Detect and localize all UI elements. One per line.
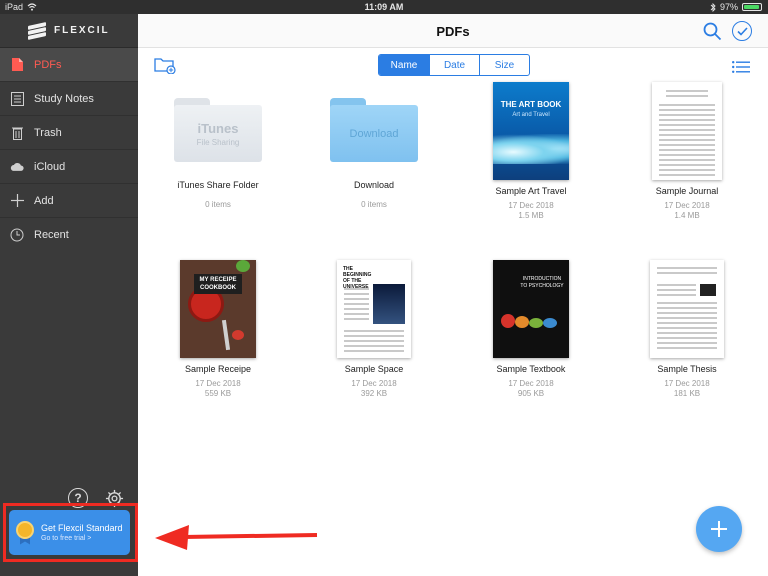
folder-icon: Download	[330, 98, 418, 162]
item-size: 392 KB	[360, 389, 388, 398]
add-fab-button[interactable]	[696, 506, 742, 552]
sidebar-item-add[interactable]: Add	[0, 184, 138, 218]
bluetooth-icon	[710, 2, 716, 12]
item-size: 905 KB	[517, 389, 545, 398]
folder-icon: iTunes File Sharing	[174, 98, 262, 162]
main-panel: PDFs Name Date Size iTunes File Sharing …	[138, 14, 768, 576]
item-size: 559 KB	[204, 389, 232, 398]
toolbar: Name Date Size	[138, 48, 768, 82]
sidebar-item-label: Add	[34, 194, 54, 207]
pdf-thumbnail: THE ART BOOK Art and Travel	[493, 82, 569, 180]
grid-item-itunes-share-folder[interactable]: iTunes File Sharing iTunes Share Folder …	[143, 82, 293, 210]
sidebar-item-label: PDFs	[34, 58, 62, 71]
item-size: 1.5 MB	[518, 211, 544, 220]
item-size: 1.4 MB	[674, 211, 700, 220]
folder-sublabel: File Sharing	[196, 137, 240, 147]
select-button[interactable]	[732, 21, 752, 41]
cloud-icon	[10, 160, 24, 174]
plus-icon	[10, 194, 24, 208]
medal-icon	[15, 520, 35, 545]
new-folder-button[interactable]	[154, 56, 176, 79]
battery-percent: 97%	[719, 2, 738, 12]
sidebar-item-trash[interactable]: Trash	[0, 116, 138, 150]
trash-icon	[10, 126, 24, 140]
item-name: Sample Receipe	[184, 364, 252, 374]
promo-title: Get Flexcil Standard	[41, 523, 123, 533]
grid-item-sample-thesis[interactable]: Sample Thesis 17 Dec 2018 181 KB	[612, 260, 762, 399]
pdf-thumbnail	[652, 82, 722, 180]
page-title: PDFs	[436, 24, 470, 39]
new-folder-icon	[154, 58, 176, 75]
plus-icon	[711, 521, 727, 537]
cover-title: MY RECEIPE COOKBOOK	[194, 274, 242, 294]
sidebar-item-label: iCloud	[34, 160, 66, 173]
brand-name: FLEXCIL	[54, 25, 110, 36]
pdf-thumbnail: INTRODUCTION TO PSYCHOLOGY	[493, 260, 569, 358]
battery-icon	[742, 3, 762, 11]
sidebar: FLEXCIL PDFs Study Notes Trash iCloud Ad…	[0, 14, 138, 576]
item-name: Sample Space	[344, 364, 404, 374]
grid-item-download[interactable]: Download Download 0 items	[299, 82, 449, 210]
sidebar-item-study-notes[interactable]: Study Notes	[0, 82, 138, 116]
list-view-button[interactable]	[732, 60, 750, 78]
list-icon	[732, 61, 750, 73]
sidebar-item-recent[interactable]: Recent	[0, 218, 138, 252]
folder-label: Download	[349, 127, 399, 140]
promo-subtitle: Go to free trial >	[41, 535, 92, 542]
item-meta: 0 items	[361, 200, 387, 209]
item-date: 17 Dec 2018	[351, 379, 397, 388]
item-date: 17 Dec 2018	[508, 379, 554, 388]
flexcil-logo-icon	[28, 21, 46, 40]
status-bar: iPad 11:09 AM 97%	[0, 0, 768, 14]
item-date: 17 Dec 2018	[664, 379, 710, 388]
sort-tab-name[interactable]: Name	[379, 55, 429, 75]
pdf-thumbnail: MY RECEIPE COOKBOOK	[180, 260, 256, 358]
sort-control: Name Date Size	[378, 54, 530, 76]
folder-label: iTunes	[197, 120, 239, 136]
sort-tab-date[interactable]: Date	[429, 55, 479, 75]
sidebar-item-label: Study Notes	[34, 92, 94, 105]
cover-title: INTRODUCTION TO PSYCHOLOGY	[520, 276, 564, 289]
notebook-icon	[10, 91, 24, 106]
grid-item-sample-receipe[interactable]: MY RECEIPE COOKBOOK Sample Receipe 17 De…	[143, 260, 293, 399]
pdf-thumbnail: THE BEGINNING OF THE UNIVERSE	[337, 260, 411, 358]
clock-icon	[10, 228, 24, 242]
clock: 11:09 AM	[364, 2, 404, 12]
sidebar-item-label: Trash	[34, 126, 62, 139]
sort-tab-size[interactable]: Size	[479, 55, 529, 75]
grid-item-sample-space[interactable]: THE BEGINNING OF THE UNIVERSE Sample Spa…	[299, 260, 449, 399]
sidebar-item-pdfs[interactable]: PDFs	[0, 48, 138, 82]
top-bar: PDFs	[138, 14, 768, 48]
sidebar-item-icloud[interactable]: iCloud	[0, 150, 138, 184]
item-name: Sample Art Travel	[495, 186, 567, 196]
item-name: Sample Thesis	[657, 364, 717, 374]
item-size: 181 KB	[673, 389, 701, 398]
item-name: Sample Textbook	[496, 364, 566, 374]
get-standard-button[interactable]: Get Flexcil Standard Go to free trial >	[9, 510, 130, 555]
pdf-thumbnail	[650, 260, 724, 358]
search-button[interactable]	[703, 22, 722, 46]
annotation-arrow-icon	[155, 525, 318, 550]
pdf-icon	[10, 58, 24, 72]
sidebar-item-label: Recent	[34, 229, 69, 241]
item-date: 17 Dec 2018	[195, 379, 241, 388]
grid-item-sample-textbook[interactable]: INTRODUCTION TO PSYCHOLOGY Sample Textbo…	[456, 260, 606, 399]
cover-title: THE ART BOOK	[500, 100, 562, 109]
grid-item-sample-journal[interactable]: Sample Journal 17 Dec 2018 1.4 MB	[612, 82, 762, 221]
item-name: Sample Journal	[655, 186, 719, 196]
item-name: iTunes Share Folder	[177, 180, 259, 190]
search-icon	[703, 22, 722, 41]
checkmark-icon	[736, 26, 748, 36]
item-date: 17 Dec 2018	[508, 201, 554, 210]
brand: FLEXCIL	[0, 14, 138, 48]
item-meta: 0 items	[205, 200, 231, 209]
item-name: Download	[353, 180, 395, 190]
item-date: 17 Dec 2018	[664, 201, 710, 210]
grid-item-sample-art-travel[interactable]: THE ART BOOK Art and Travel Sample Art T…	[456, 82, 606, 221]
cover-subtitle: Art and Travel	[512, 112, 550, 118]
